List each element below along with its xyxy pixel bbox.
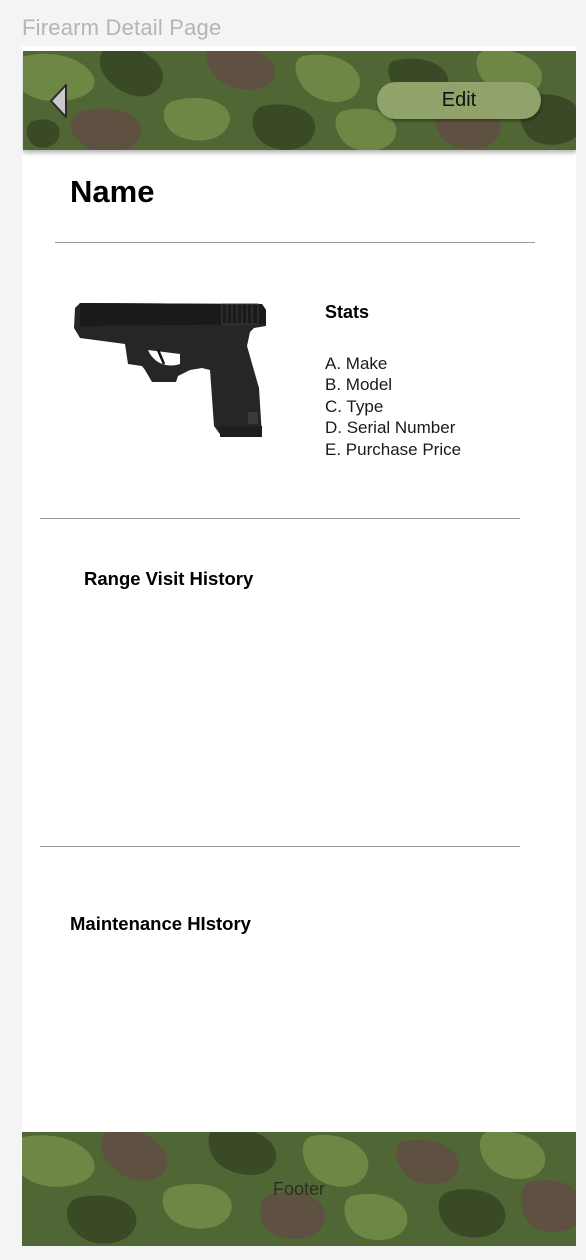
stat-item-model: B. Model <box>325 375 393 395</box>
stats-list: A. Make B. Model C. Type D. Serial Numbe… <box>325 353 461 460</box>
divider <box>55 242 535 243</box>
phone-frame: Edit Name Stats A. Make B. Model C. Type… <box>22 46 576 1246</box>
back-button[interactable] <box>47 81 73 121</box>
stat-item-type: C. Type <box>325 396 384 416</box>
pistol-image <box>74 303 266 437</box>
stat-item-make: A. Make <box>325 354 388 373</box>
maintenance-history-heading: Maintenance HIstory <box>70 913 251 934</box>
frame-label: Firearm Detail Page <box>22 15 222 40</box>
page-title: Name <box>70 174 155 209</box>
stat-item-purchase-price: E. Purchase Price <box>325 439 462 459</box>
divider <box>40 846 520 847</box>
edit-button[interactable]: Edit <box>377 82 541 119</box>
divider <box>40 518 520 519</box>
chevron-left-icon <box>50 84 67 118</box>
stats-heading: Stats <box>325 302 370 322</box>
footer-label: Footer <box>272 1179 326 1199</box>
stat-item-serial-number: D. Serial Number <box>325 418 456 438</box>
footer-bar: Footer <box>22 1132 576 1246</box>
header-bar: Edit <box>23 51 576 150</box>
range-visit-history-heading: Range Visit History <box>84 568 254 589</box>
